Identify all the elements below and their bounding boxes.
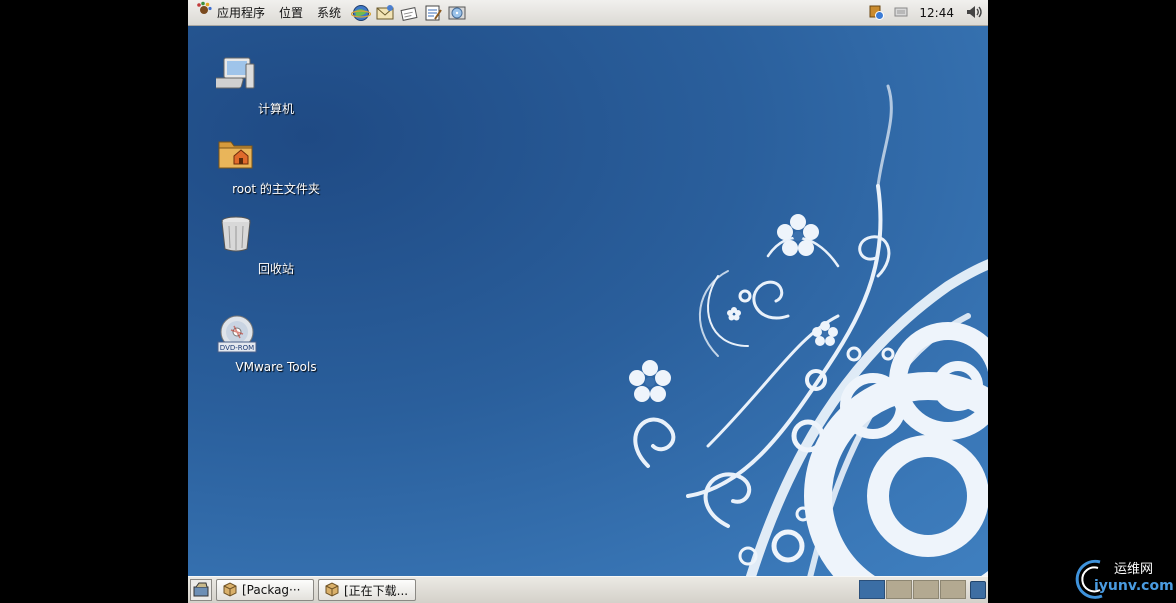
system-tray: 12:44 — [867, 0, 988, 26]
computer-label: 计算机 — [257, 102, 294, 116]
desktop-screen: 应用程序 位置 系统 12:44 计算机 root 的主文件夹 回收站 DVD-… — [188, 0, 988, 603]
dvd-icon: DVD-ROM — [217, 314, 298, 358]
workspace-switcher — [859, 580, 966, 599]
browser-launcher-icon[interactable] — [350, 3, 372, 23]
home-folder-icon — [218, 134, 298, 178]
dvd-badge: DVD-ROM — [220, 344, 254, 352]
home-folder-label: root 的主文件夹 — [232, 182, 320, 196]
clock[interactable]: 12:44 — [917, 6, 956, 20]
vmware-tools-label: VMware Tools — [235, 360, 317, 374]
taskbar-item-label: [Packag··· — [242, 583, 301, 597]
system-menu[interactable]: 系统 — [310, 0, 348, 26]
desktop-icon-computer[interactable]: 计算机 — [216, 54, 336, 117]
workspace-4[interactable] — [940, 580, 966, 599]
update-icon[interactable] — [867, 3, 885, 24]
network-icon[interactable] — [893, 5, 909, 22]
taskbar-item-package-updater[interactable]: [Packag··· — [216, 579, 314, 601]
taskbar-item-label: [正在下载... — [344, 583, 409, 598]
desktop-icon-home-folder[interactable]: root 的主文件夹 — [216, 134, 336, 197]
trash-applet-icon[interactable] — [970, 581, 986, 599]
computer-icon — [216, 54, 298, 98]
trash-icon — [221, 214, 298, 258]
workspace-2[interactable] — [886, 580, 912, 599]
trash-label: 回收站 — [257, 262, 294, 276]
workspace-3[interactable] — [913, 580, 939, 599]
applications-menu[interactable]: 应用程序 — [188, 0, 272, 26]
mail-launcher-icon[interactable] — [374, 3, 396, 23]
desktop-icon-trash[interactable]: 回收站 — [216, 214, 336, 277]
note-launcher-icon[interactable] — [398, 3, 420, 23]
desktop-icon-vmware-tools[interactable]: DVD-ROM VMware Tools — [216, 314, 336, 374]
text-editor-launcher-icon[interactable] — [422, 3, 444, 23]
package-icon — [324, 581, 340, 600]
gnome-foot-icon — [196, 0, 212, 26]
top-panel: 应用程序 位置 系统 12:44 — [188, 0, 988, 26]
taskbar-item-downloading[interactable]: [正在下载... — [318, 579, 416, 601]
wallpaper: 计算机 root 的主文件夹 回收站 DVD-ROM VMware Tools — [188, 26, 988, 576]
places-menu[interactable]: 位置 — [272, 0, 310, 26]
watermark-title: 运维网 — [1114, 562, 1154, 577]
disc-launcher-icon[interactable] — [446, 3, 468, 23]
volume-icon[interactable] — [964, 2, 984, 25]
workspace-1[interactable] — [859, 580, 885, 599]
watermark: 运维网 iyunv.com — [1072, 556, 1176, 600]
watermark-url: iyunv.com — [1094, 578, 1174, 594]
show-desktop-icon — [193, 582, 209, 597]
bottom-panel: [Packag··· [正在下载... — [188, 576, 988, 603]
package-icon — [222, 581, 238, 600]
show-desktop-button[interactable] — [190, 579, 212, 601]
applications-menu-label: 应用程序 — [217, 5, 266, 20]
